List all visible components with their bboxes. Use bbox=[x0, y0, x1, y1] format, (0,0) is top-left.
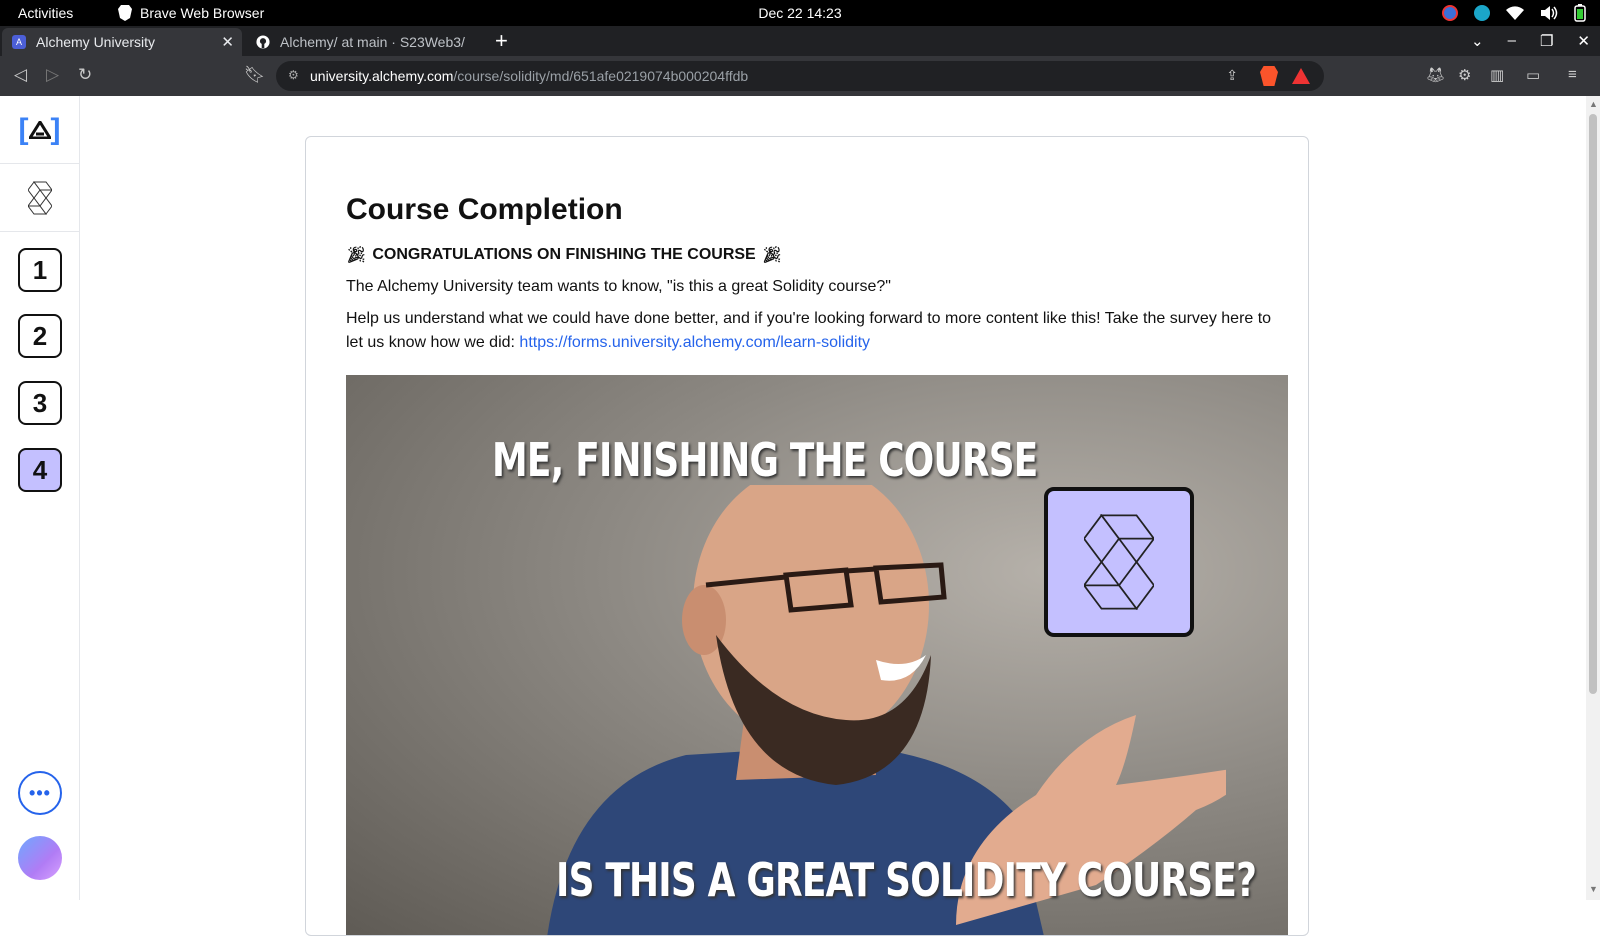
volume-icon bbox=[1541, 6, 1558, 20]
survey-link[interactable]: https://forms.university.alchemy.com/lea… bbox=[519, 334, 870, 351]
extensions-icon[interactable]: ⚙ bbox=[1458, 66, 1471, 84]
scrollbar-thumb[interactable] bbox=[1589, 114, 1597, 694]
scroll-down-icon[interactable]: ▼ bbox=[1589, 884, 1598, 894]
url-text[interactable]: university.alchemy.com/course/solidity/m… bbox=[310, 68, 748, 84]
notification-badge-icon[interactable] bbox=[1442, 5, 1458, 21]
solidity-icon bbox=[1084, 513, 1154, 611]
party-popper-icon: 🎉︎ bbox=[346, 247, 367, 264]
system-tray[interactable] bbox=[1442, 4, 1586, 22]
party-popper-icon: 🎉︎ bbox=[761, 247, 783, 264]
page-scrollbar[interactable]: ▲ ▼ bbox=[1586, 96, 1600, 900]
sidebar-toggle-icon[interactable]: ▥ bbox=[1490, 66, 1504, 84]
congrats-text: CONGRATULATIONS ON FINISHING THE COURSE bbox=[372, 246, 756, 263]
tab-strip: A Alchemy University ✕ Alchemy/ at main … bbox=[0, 26, 1600, 56]
window-controls: ⌄ – ❐ ✕ bbox=[1471, 32, 1590, 50]
wallet-icon[interactable]: ▭ bbox=[1526, 66, 1540, 84]
meme-solidity-logo bbox=[1044, 487, 1194, 637]
share-icon[interactable]: ⇪ bbox=[1226, 67, 1238, 84]
alchemy-logo[interactable]: [ ] bbox=[0, 96, 79, 164]
course-sidebar: [ ] 1 2 3 4 ••• bbox=[0, 96, 80, 900]
menu-icon[interactable]: ≡ bbox=[1568, 66, 1577, 83]
page-title: Course Completion bbox=[346, 193, 623, 226]
forward-icon[interactable]: ▷ bbox=[46, 65, 59, 85]
bracket-right: ] bbox=[50, 112, 61, 146]
help-paragraph: Help us understand what we could have do… bbox=[346, 307, 1276, 355]
minimize-button[interactable]: – bbox=[1508, 32, 1516, 50]
new-tab-button[interactable]: + bbox=[495, 30, 508, 52]
tab-alchemy-university[interactable]: A Alchemy University ✕ bbox=[2, 28, 242, 56]
alchemy-a-icon bbox=[28, 120, 51, 139]
meme-bottom-caption: IS THIS A GREAT SOLIDITY COURSE? bbox=[556, 853, 1257, 907]
avatar[interactable] bbox=[18, 836, 62, 880]
brave-shields-icon[interactable] bbox=[1260, 66, 1278, 86]
more-options-button[interactable]: ••• bbox=[18, 771, 62, 815]
bracket-left: [ bbox=[18, 112, 29, 146]
site-info-icon[interactable]: ⚙ bbox=[288, 68, 302, 82]
lesson-card: Course Completion 🎉︎ CONGRATULATIONS ON … bbox=[305, 136, 1309, 936]
url-host: university.alchemy.com bbox=[310, 68, 454, 84]
tab-title: Alchemy University bbox=[36, 34, 156, 50]
browser-toolbar: ◁ ▷ ↻ 🔖︎ ⚙ university.alchemy.com/course… bbox=[0, 56, 1600, 96]
solidity-course-logo[interactable] bbox=[0, 164, 79, 232]
main-content: Course Completion 🎉︎ CONGRATULATIONS ON … bbox=[80, 96, 1584, 936]
metamask-icon[interactable]: 🦊︎ bbox=[1426, 66, 1445, 84]
close-window-button[interactable]: ✕ bbox=[1577, 32, 1590, 50]
tab-title: Alchemy/ at main · S23Web3/ bbox=[280, 34, 465, 50]
battery-icon bbox=[1574, 4, 1586, 22]
url-path: /course/solidity/md/651afe0219074b000204… bbox=[453, 68, 749, 84]
meme-image: ME, FINISHING THE COURSE IS THIS A GREAT… bbox=[346, 375, 1288, 935]
bookmark-icon[interactable]: 🔖︎ bbox=[244, 65, 266, 85]
reload-icon[interactable]: ↻ bbox=[78, 65, 92, 85]
lesson-3-button[interactable]: 3 bbox=[18, 381, 62, 425]
lesson-1-button[interactable]: 1 bbox=[18, 248, 62, 292]
back-icon[interactable]: ◁ bbox=[14, 65, 27, 85]
question-text: The Alchemy University team wants to kno… bbox=[346, 278, 891, 295]
solidity-icon bbox=[27, 180, 52, 215]
maximize-button[interactable]: ❐ bbox=[1540, 32, 1553, 50]
app-indicator-icon[interactable] bbox=[1474, 5, 1490, 21]
close-tab-icon[interactable]: ✕ bbox=[221, 33, 234, 51]
wifi-icon bbox=[1506, 6, 1524, 20]
address-bar[interactable]: ⚙ university.alchemy.com/course/solidity… bbox=[276, 61, 1324, 91]
github-icon bbox=[256, 35, 270, 49]
alchemy-favicon-icon: A bbox=[12, 35, 26, 49]
tab-github[interactable]: Alchemy/ at main · S23Web3/ bbox=[246, 28, 478, 56]
scroll-up-icon[interactable]: ▲ bbox=[1589, 99, 1598, 109]
lesson-2-button[interactable]: 2 bbox=[18, 314, 62, 358]
congrats-heading: 🎉︎ CONGRATULATIONS ON FINISHING THE COUR… bbox=[346, 245, 782, 265]
brave-rewards-icon[interactable] bbox=[1292, 68, 1310, 84]
tab-search-icon[interactable]: ⌄ bbox=[1471, 32, 1484, 50]
lesson-4-button[interactable]: 4 bbox=[18, 448, 62, 492]
clock[interactable]: Dec 22 14:23 bbox=[0, 5, 1600, 21]
system-top-bar: Activities Brave Web Browser Dec 22 14:2… bbox=[0, 0, 1600, 26]
meme-top-caption: ME, FINISHING THE COURSE bbox=[492, 433, 1038, 487]
